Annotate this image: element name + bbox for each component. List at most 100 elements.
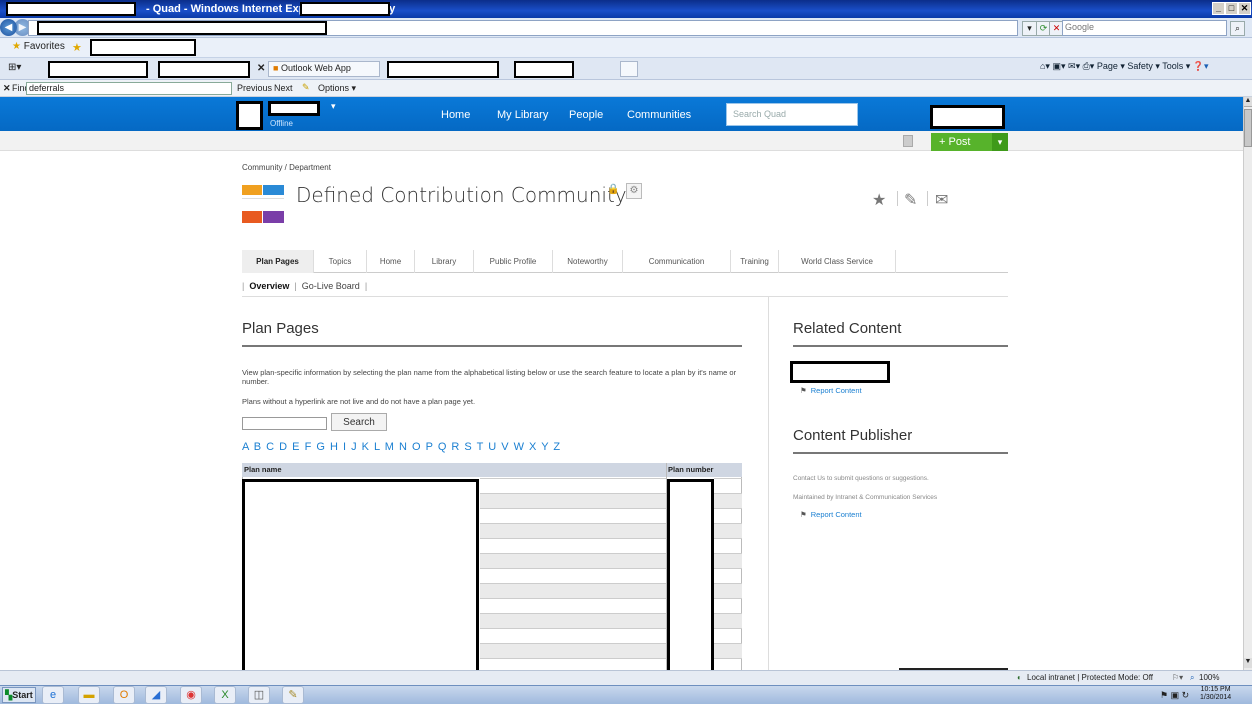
browser-search-input[interactable]: Google xyxy=(1062,20,1227,36)
alphabet-index[interactable]: A B C D E F G H I J K L M N O P Q R S T … xyxy=(242,441,561,453)
table-row[interactable] xyxy=(480,643,666,658)
heading-rule xyxy=(793,345,1008,347)
site-header xyxy=(0,97,1243,131)
redacted-block xyxy=(48,61,148,78)
find-options-button[interactable]: Options ▾ xyxy=(318,83,356,94)
table-cell xyxy=(714,553,742,568)
excel-icon[interactable]: X xyxy=(214,686,236,704)
find-input[interactable]: deferrals xyxy=(26,82,232,95)
mail-icon[interactable]: ✉▾ xyxy=(1068,61,1080,71)
tab-noteworthy[interactable]: Noteworthy xyxy=(552,250,622,273)
notepad-icon[interactable]: ✎ xyxy=(282,686,304,704)
print-icon[interactable]: ⎙▾ xyxy=(1083,61,1095,71)
post-button[interactable]: + Post xyxy=(931,133,992,151)
tab-public-profile[interactable]: Public Profile xyxy=(473,250,552,273)
browser-tab[interactable]: ■ Outlook Web App xyxy=(268,61,380,77)
flag-icon: ⚑ xyxy=(800,386,807,395)
favorites-button[interactable]: ★ Favorites xyxy=(12,41,65,52)
plan-pages-note: Plans without a hyperlink are not live a… xyxy=(242,397,476,406)
plan-search-input[interactable] xyxy=(242,417,327,430)
network-icon[interactable]: ⚑ ▣ ↻ xyxy=(1160,690,1189,701)
security-zone[interactable]: Local intranet | Protected Mode: Off xyxy=(1027,673,1153,682)
help-icon[interactable]: ❓▾ xyxy=(1193,61,1209,71)
zoom-level[interactable]: 100% xyxy=(1199,673,1219,682)
breadcrumb[interactable]: Community / Department xyxy=(242,163,331,172)
command-menus[interactable]: Page ▾ Safety ▾ Tools ▾ xyxy=(1097,61,1190,71)
internet-explorer-icon[interactable]: e xyxy=(42,686,64,704)
feeds-icon[interactable]: ▣▾ xyxy=(1052,61,1065,71)
home-icon[interactable]: ⌂▾ xyxy=(1040,61,1050,71)
highlight-icon[interactable]: ✎ xyxy=(302,82,310,93)
minimize-button[interactable]: _ xyxy=(1212,2,1225,15)
close-button[interactable]: ✕ xyxy=(1238,2,1251,15)
site-search-input[interactable]: Search Quad xyxy=(726,103,858,126)
protected-mode-icon[interactable]: ⚐▾ xyxy=(1172,673,1183,682)
tab-training[interactable]: Training xyxy=(730,250,778,273)
address-dropdown-icon[interactable]: ▾ xyxy=(1022,21,1037,36)
chrome-icon[interactable]: ◉ xyxy=(180,686,202,704)
system-clock[interactable]: 10:15 PM 1/30/2014 xyxy=(1200,686,1231,702)
divider xyxy=(242,296,1008,297)
folder-icon[interactable]: ▬ xyxy=(78,686,100,704)
close-tab-icon[interactable]: ✕ xyxy=(257,63,265,74)
zoom-icon[interactable]: ⌕ xyxy=(1190,673,1194,683)
command-bar[interactable]: ⌂▾ ▣▾ ✉▾ ⎙▾ Page ▾ Safety ▾ Tools ▾ ❓▾ xyxy=(1040,61,1209,72)
tab-plan-pages[interactable]: Plan Pages xyxy=(242,250,313,273)
url-input[interactable] xyxy=(28,20,1018,36)
clock-date: 1/30/2014 xyxy=(1200,694,1232,701)
close-find-icon[interactable]: ✕ xyxy=(3,83,11,94)
contact-text[interactable]: Contact Us to submit questions or sugges… xyxy=(793,475,929,482)
add-favorite-icon[interactable]: ★ xyxy=(72,41,82,54)
edit-icon[interactable]: ✎ xyxy=(904,190,917,210)
quick-tabs-icon[interactable]: ⊞▾ xyxy=(8,62,21,73)
notifications-icon[interactable] xyxy=(903,135,913,147)
tab-library[interactable]: Library xyxy=(414,250,473,273)
maximize-button[interactable]: □ xyxy=(1225,2,1238,15)
nav-people[interactable]: People xyxy=(569,109,603,121)
nav-home[interactable]: Home xyxy=(441,109,470,121)
subnav-overview[interactable]: Overview xyxy=(249,281,289,291)
tab-topics[interactable]: Topics xyxy=(313,250,366,273)
nav-my-library[interactable]: My Library xyxy=(497,109,548,121)
table-row[interactable] xyxy=(480,493,666,508)
tab-world-class-service[interactable]: World Class Service xyxy=(778,250,896,273)
table-row[interactable] xyxy=(480,598,666,613)
tab-home[interactable]: Home xyxy=(366,250,414,273)
table-row[interactable] xyxy=(480,613,666,628)
table-row[interactable] xyxy=(480,523,666,538)
table-row[interactable] xyxy=(480,538,666,553)
nav-communities[interactable]: Communities xyxy=(627,109,691,121)
table-row[interactable] xyxy=(480,568,666,583)
app-icon[interactable]: ◫ xyxy=(248,686,270,704)
redacted-block xyxy=(236,101,263,130)
redacted-block xyxy=(790,361,890,383)
new-tab-button[interactable] xyxy=(620,61,638,77)
table-cell xyxy=(714,523,742,538)
report-content-link[interactable]: ⚑ Report Content xyxy=(800,386,862,395)
tab-communication[interactable]: Communication xyxy=(622,250,730,273)
gear-icon[interactable]: ⚙ xyxy=(626,183,642,199)
post-dropdown-icon[interactable]: ▾ xyxy=(992,133,1008,151)
search-icon[interactable]: ⌕ xyxy=(1230,21,1245,36)
outlook-icon[interactable]: O xyxy=(113,686,135,704)
comments-icon[interactable]: ✉ xyxy=(935,190,948,210)
subnav-go-live-board[interactable]: Go-Live Board xyxy=(302,281,360,291)
table-row[interactable] xyxy=(480,508,666,523)
start-button[interactable]: ▚Start xyxy=(2,687,36,703)
table-row[interactable] xyxy=(480,583,666,598)
find-next-button[interactable]: Next xyxy=(274,83,293,93)
plan-search-button[interactable]: Search xyxy=(331,413,387,431)
plan-pages-heading: Plan Pages xyxy=(242,320,319,337)
user-menu-chevron-icon[interactable]: ▾ xyxy=(331,101,336,112)
report-content-link[interactable]: ⚑ Report Content xyxy=(800,510,862,519)
app-icon[interactable]: ◢ xyxy=(145,686,167,704)
find-previous-button[interactable]: Previous xyxy=(237,83,272,93)
sub-navigation: | Overview | Go-Live Board | xyxy=(242,281,368,291)
table-row[interactable] xyxy=(480,478,666,493)
table-row[interactable] xyxy=(480,628,666,643)
table-row[interactable] xyxy=(480,553,666,568)
redacted-block xyxy=(268,101,320,116)
vertical-scrollbar[interactable]: ▲ ▼ xyxy=(1243,97,1252,670)
star-icon[interactable]: ★ xyxy=(872,190,886,210)
flag-icon: ⚑ xyxy=(800,510,807,519)
